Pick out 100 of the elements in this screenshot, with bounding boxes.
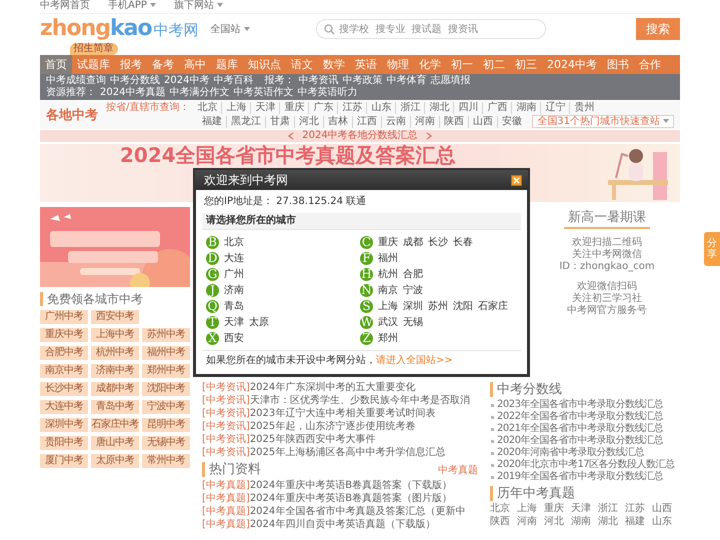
- score-link[interactable]: 2020年河南省中考录取分数线汇总: [490, 447, 680, 459]
- province-link[interactable]: 重庆: [544, 503, 564, 515]
- nav-tab[interactable]: 语文: [286, 55, 318, 74]
- city-button[interactable]: 南京中考: [40, 364, 88, 378]
- subnav-link[interactable]: 中考体育: [386, 75, 426, 87]
- news-link[interactable]: 2025年陕西西安中考大事件: [250, 433, 376, 446]
- province-link[interactable]: 河南: [517, 516, 537, 528]
- city-button[interactable]: 宁波中考: [142, 400, 190, 414]
- province-link[interactable]: 安徽: [498, 116, 526, 128]
- province-link[interactable]: 山东: [652, 516, 672, 528]
- more-link[interactable]: 中考真题: [438, 462, 478, 476]
- province-link[interactable]: 湖北: [598, 516, 618, 528]
- nav-tab[interactable]: 初二: [478, 55, 510, 74]
- city-link[interactable]: 长沙: [428, 235, 448, 249]
- news-tag[interactable]: [中考资讯]: [202, 433, 250, 446]
- nav-tab[interactable]: 物理: [382, 55, 414, 74]
- score-link[interactable]: 2020年北京市中考17区各分数段人数汇总: [490, 459, 680, 471]
- province-link[interactable]: 江苏: [625, 503, 645, 515]
- news-tag[interactable]: [中考真题]: [202, 505, 250, 518]
- nav-tab[interactable]: 图书: [602, 55, 634, 74]
- city-button[interactable]: 上海中考: [91, 328, 139, 342]
- province-link[interactable]: 重庆: [280, 102, 310, 114]
- city-button[interactable]: 石家庄中考: [91, 418, 139, 432]
- news-tag[interactable]: [中考资讯]: [202, 420, 250, 433]
- city-button[interactable]: 沈阳中考: [142, 382, 190, 396]
- news-tag[interactable]: [中考资讯]: [202, 394, 250, 407]
- city-button[interactable]: 合肥中考: [40, 346, 88, 360]
- city-link[interactable]: 太原: [249, 315, 269, 329]
- national-site-link[interactable]: 请进入全国站>>: [376, 355, 453, 366]
- city-link[interactable]: 武汉: [378, 315, 398, 329]
- city-link[interactable]: 石家庄: [478, 299, 508, 313]
- news-link[interactable]: 2025年上海杨浦区各高中中考升学信息汇总: [250, 446, 446, 459]
- city-link[interactable]: 青岛: [224, 299, 244, 313]
- city-link[interactable]: 苏州: [428, 299, 448, 313]
- city-button[interactable]: 成都中考: [91, 382, 139, 396]
- close-button[interactable]: [511, 174, 522, 186]
- news-link[interactable]: 2024年重庆中考英语B卷真题答案（图片版）: [250, 492, 452, 505]
- nav-tab[interactable]: 初三: [510, 55, 542, 74]
- province-link[interactable]: 陕西: [490, 516, 510, 528]
- city-button[interactable]: 深圳中考: [40, 418, 88, 432]
- subnav-link[interactable]: 中考百科: [213, 75, 254, 87]
- subnav-link[interactable]: 志愿填报: [430, 75, 470, 87]
- subnav-link[interactable]: 中考资讯: [298, 75, 338, 87]
- city-button[interactable]: 重庆中考: [40, 328, 88, 342]
- subnav-link[interactable]: 中考成绩查询: [46, 75, 106, 87]
- province-link[interactable]: 湖北: [425, 102, 454, 114]
- city-button[interactable]: 福州中考: [142, 346, 190, 360]
- subnav-link[interactable]: 中考满分作文: [169, 87, 230, 99]
- site-logo[interactable]: zhongkao中考网: [40, 16, 199, 42]
- news-tag[interactable]: [中考真题]: [202, 492, 250, 505]
- subnav-link[interactable]: 2024中考: [164, 75, 210, 87]
- city-link[interactable]: 上海: [378, 299, 398, 313]
- city-link[interactable]: 郑州: [378, 331, 398, 345]
- nav-tab[interactable]: 英语: [350, 55, 382, 74]
- news-link[interactable]: 2023年辽宁大连中考相关重要考试时间表: [250, 407, 436, 420]
- nav-tab[interactable]: 报考: [115, 55, 147, 74]
- province-link[interactable]: 湖南: [512, 102, 542, 114]
- news-tag[interactable]: [中考资讯]: [202, 381, 250, 394]
- city-button[interactable]: 青岛中考: [91, 400, 139, 414]
- city-button[interactable]: 长沙中考: [40, 382, 88, 396]
- province-link[interactable]: 广东: [309, 102, 338, 114]
- subnav-link[interactable]: 中考英语听力: [297, 87, 358, 99]
- city-link[interactable]: 合肥: [403, 267, 423, 281]
- news-tag[interactable]: [中考资讯]: [202, 407, 250, 420]
- site-switch[interactable]: 全国站: [210, 22, 250, 36]
- province-link[interactable]: 河南: [411, 116, 440, 128]
- chevron-left-icon[interactable]: [288, 132, 294, 140]
- subnav-link[interactable]: 中考英语作文: [233, 87, 294, 99]
- city-button[interactable]: 济南中考: [91, 364, 139, 378]
- score-link[interactable]: 2019年全国各省市中考录取分数线汇总: [490, 471, 680, 483]
- city-link[interactable]: 济南: [224, 283, 244, 297]
- province-link[interactable]: 江西: [353, 116, 382, 128]
- city-button[interactable]: 常州中考: [142, 454, 190, 468]
- promo-link[interactable]: 2024中考各地分数线汇总: [302, 130, 418, 142]
- score-link[interactable]: 2023年全国各省市中考录取分数线汇总: [490, 399, 680, 411]
- city-button[interactable]: 广州中考: [40, 310, 88, 324]
- province-link[interactable]: 广西: [483, 102, 512, 114]
- province-link[interactable]: 陕西: [440, 116, 469, 128]
- province-link[interactable]: 福建: [198, 116, 227, 128]
- province-link[interactable]: 上海: [517, 503, 537, 515]
- city-link[interactable]: 深圳: [403, 299, 423, 313]
- city-button[interactable]: 厦门中考: [40, 454, 88, 468]
- province-link[interactable]: 湖南: [571, 516, 591, 528]
- nav-tab[interactable]: 首页: [40, 55, 72, 74]
- nav-tab[interactable]: 知识点: [243, 55, 286, 74]
- chevron-right-icon[interactable]: [426, 132, 432, 140]
- nav-tab[interactable]: 备考: [147, 55, 179, 74]
- city-link[interactable]: 北京: [224, 235, 244, 249]
- province-link[interactable]: 山西: [469, 116, 498, 128]
- city-link[interactable]: 无锡: [403, 315, 423, 329]
- news-tag[interactable]: [中考真题]: [202, 479, 250, 492]
- province-link[interactable]: 浙江: [598, 503, 618, 515]
- province-link[interactable]: 黑龙江: [227, 116, 266, 128]
- city-link[interactable]: 长春: [453, 235, 473, 249]
- city-button[interactable]: 苏州中考: [142, 328, 190, 342]
- news-link[interactable]: 2025年起，山东济宁逐步使用统考卷: [250, 420, 416, 433]
- city-button[interactable]: 贵阳中考: [40, 436, 88, 450]
- news-tag[interactable]: [中考资讯]: [202, 446, 250, 459]
- province-link[interactable]: 浙江: [396, 102, 426, 114]
- province-link[interactable]: 北京: [193, 102, 222, 114]
